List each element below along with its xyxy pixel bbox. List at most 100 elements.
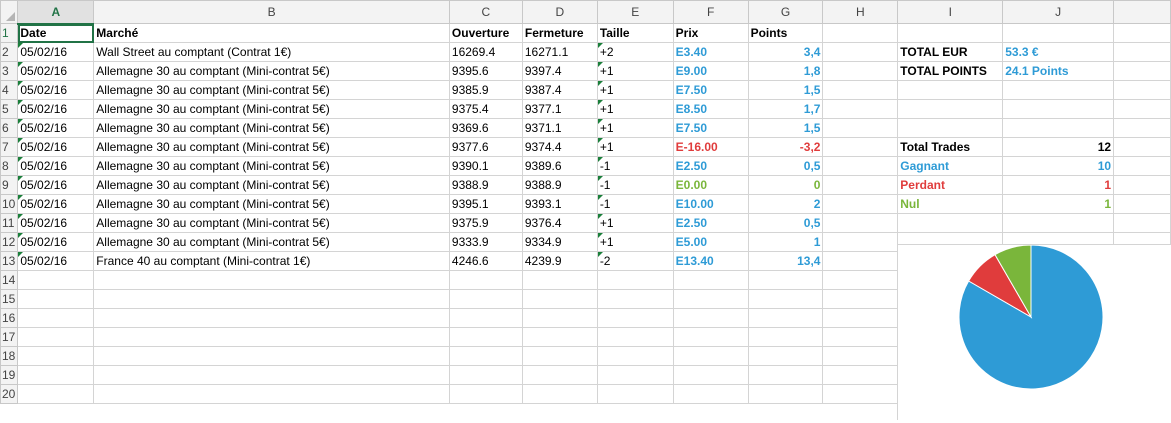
price-cell[interactable]: E10.00	[672, 194, 749, 214]
empty-cell[interactable]	[596, 346, 674, 366]
row-header[interactable]: 5	[0, 99, 19, 119]
row-header[interactable]: 17	[0, 327, 19, 347]
close-cell[interactable]: 9376.4	[521, 213, 598, 233]
points-cell[interactable]: 1,8	[747, 61, 824, 81]
empty-cell[interactable]	[822, 346, 899, 366]
total-points-value[interactable]: 24.1 Points	[1002, 61, 1115, 81]
empty-cell[interactable]	[17, 384, 95, 404]
date-cell[interactable]: 05/02/16	[17, 118, 95, 138]
market-cell[interactable]: Allemagne 30 au comptant (Mini-contrat 5…	[93, 175, 450, 195]
row-header[interactable]: 4	[0, 80, 19, 100]
size-cell[interactable]: +2	[596, 42, 674, 62]
empty-cell[interactable]	[672, 327, 749, 347]
empty-cell[interactable]	[747, 365, 824, 385]
column-header-i[interactable]: I	[897, 0, 1004, 24]
price-cell[interactable]: E8.50	[672, 99, 749, 119]
total-eur-label[interactable]: TOTAL EUR	[897, 42, 1004, 62]
points-cell[interactable]: 13,4	[747, 251, 824, 271]
open-cell[interactable]: 16269.4	[448, 42, 523, 62]
open-cell[interactable]: 9377.6	[448, 137, 523, 157]
empty-cell[interactable]	[822, 365, 899, 385]
points-cell[interactable]: 0	[747, 175, 824, 195]
empty-cell[interactable]	[448, 327, 523, 347]
empty-cell[interactable]	[822, 327, 899, 347]
empty-cell[interactable]	[1113, 213, 1171, 233]
empty-cell[interactable]	[93, 384, 450, 404]
market-cell[interactable]: Allemagne 30 au comptant (Mini-contrat 5…	[93, 156, 450, 176]
empty-cell[interactable]	[1002, 118, 1115, 138]
empty-cell[interactable]	[822, 213, 899, 233]
empty-cell[interactable]	[596, 384, 674, 404]
size-cell[interactable]: +1	[596, 118, 674, 138]
market-cell[interactable]: Allemagne 30 au comptant (Mini-contrat 5…	[93, 118, 450, 138]
losing-label[interactable]: Perdant	[897, 175, 1004, 195]
date-cell[interactable]: 05/02/16	[17, 137, 95, 157]
empty-cell[interactable]	[17, 327, 95, 347]
size-cell[interactable]: +1	[596, 80, 674, 100]
empty-cell[interactable]	[448, 289, 523, 309]
row-header[interactable]: 16	[0, 308, 19, 328]
empty-cell[interactable]	[93, 346, 450, 366]
total-trades-label[interactable]: Total Trades	[897, 137, 1004, 157]
size-cell[interactable]: +1	[596, 61, 674, 81]
empty-cell[interactable]	[822, 23, 899, 43]
open-cell[interactable]: 9395.6	[448, 61, 523, 81]
market-cell[interactable]: Allemagne 30 au comptant (Mini-contrat 5…	[93, 213, 450, 233]
row-header[interactable]: 19	[0, 365, 19, 385]
empty-cell[interactable]	[897, 213, 1004, 233]
points-cell[interactable]: -3,2	[747, 137, 824, 157]
winning-value[interactable]: 10	[1002, 156, 1115, 176]
row-header[interactable]: 9	[0, 175, 19, 195]
open-cell[interactable]: 9369.6	[448, 118, 523, 138]
size-cell[interactable]: +1	[596, 137, 674, 157]
price-cell[interactable]: E3.40	[672, 42, 749, 62]
market-cell[interactable]: Allemagne 30 au comptant (Mini-contrat 5…	[93, 137, 450, 157]
date-cell[interactable]: 05/02/16	[17, 99, 95, 119]
date-cell[interactable]: 05/02/16	[17, 80, 95, 100]
empty-cell[interactable]	[17, 308, 95, 328]
empty-cell[interactable]	[822, 80, 899, 100]
empty-cell[interactable]	[521, 327, 598, 347]
price-cell[interactable]: E0.00	[672, 175, 749, 195]
empty-cell[interactable]	[672, 365, 749, 385]
empty-cell[interactable]	[1113, 156, 1171, 176]
close-cell[interactable]: 9377.1	[521, 99, 598, 119]
date-cell[interactable]: 05/02/16	[17, 175, 95, 195]
market-cell[interactable]: Allemagne 30 au comptant (Mini-contrat 5…	[93, 80, 450, 100]
empty-cell[interactable]	[747, 270, 824, 290]
empty-cell[interactable]	[1002, 23, 1115, 43]
empty-cell[interactable]	[521, 365, 598, 385]
size-cell[interactable]: +1	[596, 213, 674, 233]
total-trades-value[interactable]: 12	[1002, 137, 1115, 157]
row-header[interactable]: 20	[0, 384, 19, 404]
close-cell[interactable]: 9374.4	[521, 137, 598, 157]
empty-cell[interactable]	[672, 289, 749, 309]
empty-cell[interactable]	[448, 384, 523, 404]
empty-cell[interactable]	[521, 384, 598, 404]
open-cell[interactable]: 9388.9	[448, 175, 523, 195]
empty-cell[interactable]	[1113, 61, 1171, 81]
row-header[interactable]: 6	[0, 118, 19, 138]
empty-cell[interactable]	[822, 308, 899, 328]
open-cell[interactable]: 9375.9	[448, 213, 523, 233]
size-cell[interactable]: -1	[596, 194, 674, 214]
close-cell[interactable]: 9389.6	[521, 156, 598, 176]
date-cell[interactable]: 05/02/16	[17, 213, 95, 233]
empty-cell[interactable]	[1113, 137, 1171, 157]
empty-cell[interactable]	[822, 137, 899, 157]
column-header-h[interactable]: H	[822, 0, 899, 24]
empty-cell[interactable]	[1002, 80, 1115, 100]
empty-cell[interactable]	[1113, 118, 1171, 138]
empty-cell[interactable]	[1113, 23, 1171, 43]
empty-cell[interactable]	[17, 289, 95, 309]
empty-cell[interactable]	[448, 308, 523, 328]
empty-cell[interactable]	[448, 365, 523, 385]
select-all-corner[interactable]	[0, 0, 19, 24]
close-cell[interactable]: 9393.1	[521, 194, 598, 214]
points-cell[interactable]: 2	[747, 194, 824, 214]
market-cell[interactable]: Wall Street au comptant (Contrat 1€)	[93, 42, 450, 62]
points-cell[interactable]: 1,5	[747, 118, 824, 138]
size-cell[interactable]: -1	[596, 175, 674, 195]
empty-cell[interactable]	[672, 384, 749, 404]
price-cell[interactable]: E7.50	[672, 118, 749, 138]
